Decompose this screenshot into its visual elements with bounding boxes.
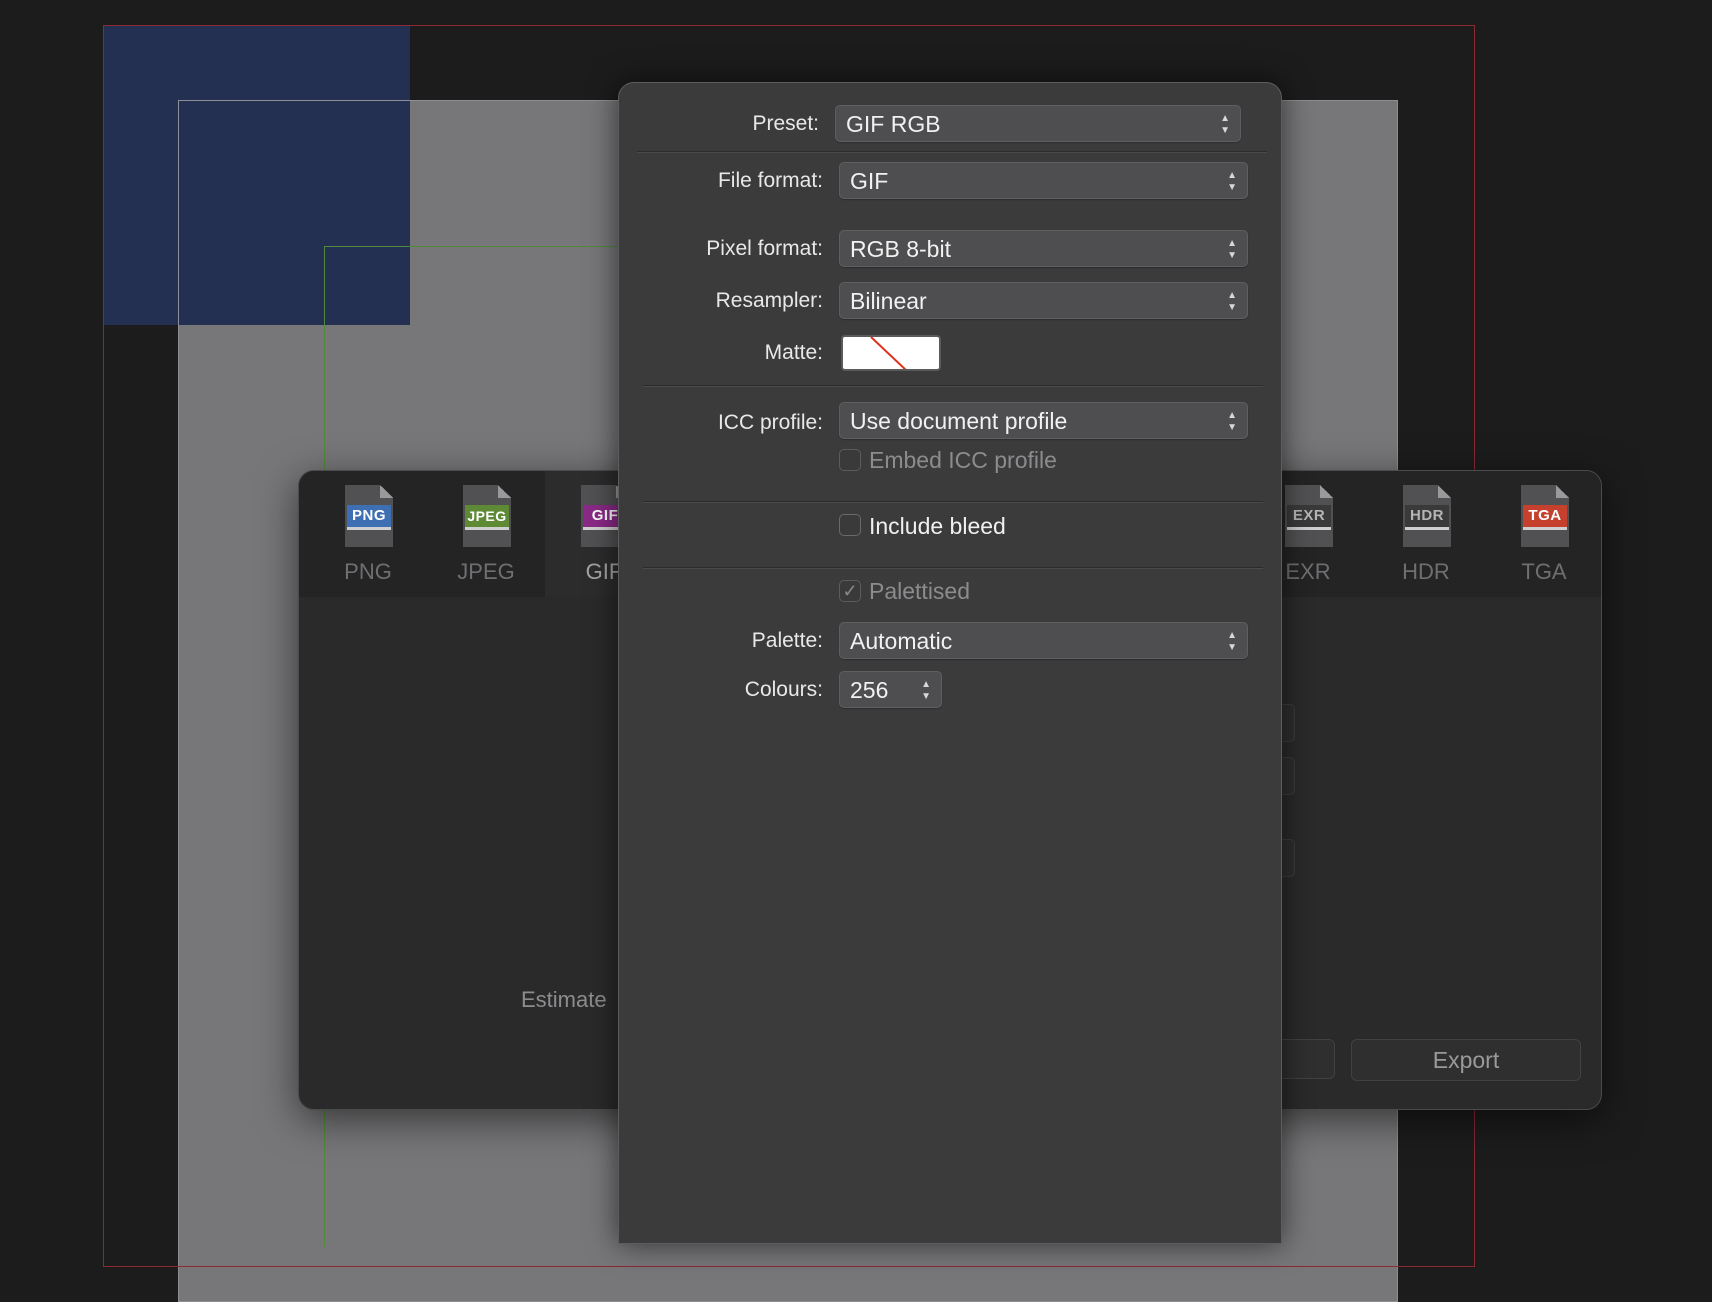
hdr-badge: HDR — [1405, 505, 1449, 527]
updown-arrows-icon: ▲ ▼ — [1227, 237, 1237, 261]
format-tile-png[interactable]: PNG PNG — [309, 471, 427, 597]
estimate-label: Estimate — [521, 987, 607, 1012]
file-format-select[interactable]: GIF ▲ ▼ — [839, 162, 1248, 199]
export-settings-sheet: Preset: GIF RGB ▲ ▼ File format: GIF ▲ ▼ P… — [618, 82, 1282, 1244]
file-format-label: File format: — [717, 169, 823, 192]
icc-profile-value: Use document profile — [850, 408, 1068, 434]
stepper-arrows-icon[interactable]: ▲ ▼ — [921, 672, 931, 709]
format-tile-jpeg[interactable]: JPEG JPEG — [427, 471, 545, 597]
palette-label: Palette: — [751, 629, 823, 652]
no-color-slash-icon — [870, 337, 907, 369]
updown-arrows-icon: ▲ ▼ — [1220, 112, 1230, 136]
pixel-format-select[interactable]: RGB 8-bit ▲ ▼ — [839, 230, 1248, 267]
palette-select[interactable]: Automatic ▲ ▼ — [839, 622, 1248, 659]
jpeg-badge: JPEG — [465, 505, 509, 527]
updown-arrows-icon: ▲ ▼ — [1227, 169, 1237, 193]
format-tile-hdr[interactable]: HDR HDR — [1367, 471, 1485, 597]
divider — [643, 501, 1263, 503]
palettised-label: Palettised — [869, 578, 971, 604]
format-label-tga: TGA — [1521, 559, 1567, 584]
icc-profile-select[interactable]: Use document profile ▲ ▼ — [839, 402, 1248, 439]
embed-icc-label: Embed ICC profile — [869, 447, 1057, 473]
divider — [643, 385, 1263, 387]
divider — [637, 151, 1267, 153]
resampler-label: Resampler: — [715, 289, 823, 312]
colours-stepper[interactable]: 256 ▲ ▼ — [839, 671, 942, 708]
resampler-select[interactable]: Bilinear ▲ ▼ — [839, 282, 1248, 319]
format-tile-tga[interactable]: TGA TGA — [1485, 471, 1601, 597]
include-bleed-label: Include bleed — [869, 513, 1006, 539]
include-bleed-checkbox[interactable] — [839, 514, 861, 536]
tga-badge: TGA — [1523, 505, 1567, 527]
preset-select[interactable]: GIF RGB ▲ ▼ — [835, 105, 1241, 142]
preset-label: Preset: — [752, 112, 819, 135]
format-label-png: PNG — [344, 559, 392, 584]
divider — [643, 567, 1263, 569]
checkmark-icon: ✓ — [842, 581, 858, 601]
exr-badge: EXR — [1287, 505, 1331, 527]
colours-value: 256 — [850, 677, 889, 703]
resampler-value: Bilinear — [850, 288, 927, 314]
format-label-jpeg: JPEG — [457, 559, 515, 584]
pixel-format-label: Pixel format: — [706, 237, 823, 260]
updown-arrows-icon: ▲ ▼ — [1227, 409, 1237, 433]
updown-arrows-icon: ▲ ▼ — [1227, 629, 1237, 653]
preset-value: GIF RGB — [846, 111, 941, 137]
matte-color-swatch[interactable] — [841, 335, 941, 371]
icc-profile-label: ICC profile: — [717, 411, 823, 434]
palette-value: Automatic — [850, 628, 953, 654]
export-button[interactable]: Export — [1351, 1039, 1581, 1081]
format-label-hdr: HDR — [1402, 559, 1450, 584]
pixel-format-value: RGB 8-bit — [850, 236, 951, 262]
updown-arrows-icon: ▲ ▼ — [1227, 289, 1237, 313]
palettised-checkbox[interactable]: ✓ — [839, 580, 861, 602]
file-format-value: GIF — [850, 168, 889, 194]
matte-label: Matte: — [764, 341, 823, 364]
colours-label: Colours: — [744, 678, 823, 701]
png-badge: PNG — [347, 505, 391, 527]
embed-icc-checkbox[interactable] — [839, 449, 861, 471]
